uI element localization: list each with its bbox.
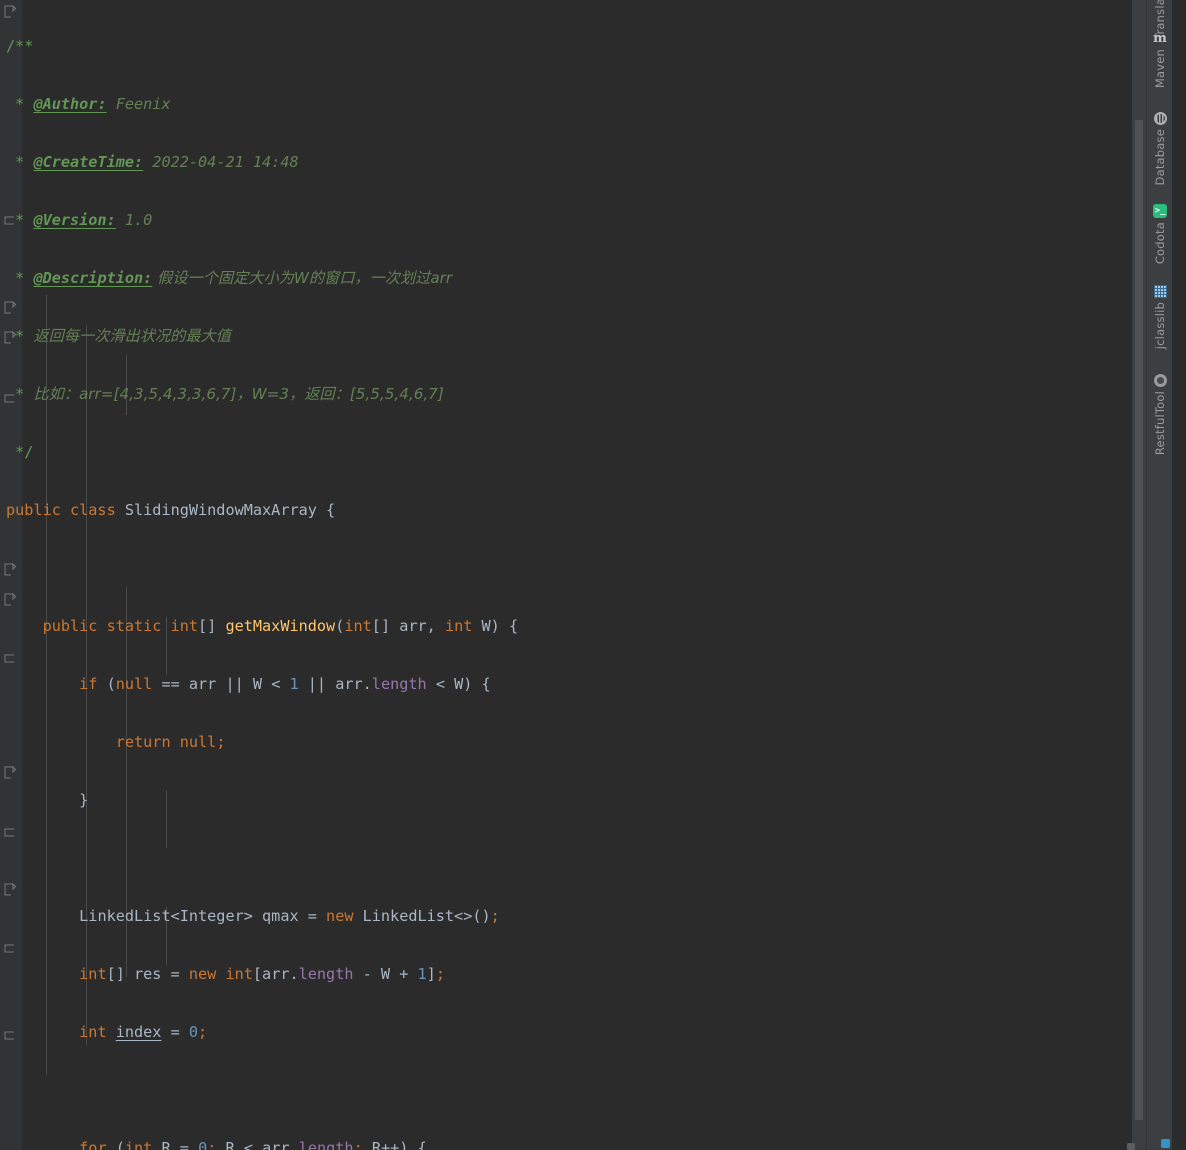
tool-label-database: Database bbox=[1153, 129, 1167, 186]
code-line: public class SlidingWindowMaxArray { bbox=[6, 501, 336, 519]
code-content[interactable]: /** * @Author: Feenix * @CreateTime: 202… bbox=[0, 0, 1146, 1150]
code-line: return null; bbox=[115, 733, 226, 751]
code-line: if (null == arr || W < 1 || arr.length <… bbox=[79, 675, 491, 693]
code-line: } bbox=[79, 791, 89, 809]
codota-icon: >_ bbox=[1153, 204, 1167, 218]
code-line: for (int R = 0; R < arr.length; R++) { bbox=[79, 1139, 427, 1150]
right-tool-window-bar[interactable]: Translate Maven m Database Codota >_ jcl… bbox=[1146, 0, 1172, 1150]
code-line: * @Author: Feenix bbox=[6, 95, 171, 113]
code-editor[interactable]: /** * @Author: Feenix * @CreateTime: 202… bbox=[0, 0, 1146, 1150]
tool-button-codota[interactable]: Codota >_ bbox=[1147, 203, 1173, 264]
ide-window: /** * @Author: Feenix * @CreateTime: 202… bbox=[0, 0, 1186, 1150]
code-line: int index = 0; bbox=[79, 1023, 208, 1041]
jclasslib-icon bbox=[1152, 283, 1168, 299]
code-line: * @Version: 1.0 bbox=[6, 211, 153, 229]
scrollbar-thumb[interactable] bbox=[1135, 120, 1143, 1120]
tool-label-restfultool: RestfulTool bbox=[1153, 391, 1167, 456]
tool-button-database[interactable]: Database bbox=[1147, 110, 1173, 185]
tool-label-codota: Codota bbox=[1153, 222, 1167, 265]
code-line: public static int[] getMaxWindow(int[] a… bbox=[42, 617, 519, 635]
code-line: * 返回每一次滑出状况的最大值 bbox=[6, 327, 231, 345]
database-icon bbox=[1152, 110, 1168, 126]
tool-button-maven[interactable]: Maven m bbox=[1147, 30, 1173, 89]
editor-scrollbar[interactable] bbox=[1132, 0, 1146, 1150]
code-line: * @CreateTime: 2022-04-21 14:48 bbox=[6, 153, 299, 171]
code-line: LinkedList<Integer> qmax = new LinkedLis… bbox=[79, 907, 500, 925]
restfultool-icon bbox=[1152, 372, 1168, 388]
tool-button-restfultool[interactable]: RestfulTool bbox=[1147, 372, 1173, 455]
code-line: /** bbox=[6, 37, 34, 55]
maven-icon: m bbox=[1153, 30, 1167, 46]
status-marker bbox=[1127, 1143, 1135, 1150]
tool-button-jclasslib[interactable]: jclasslib bbox=[1147, 283, 1173, 349]
code-line: * 比如：arr=[4,3,5,4,3,3,6,7]，W=3，返回：[5,5,5… bbox=[6, 385, 444, 403]
code-line: * @Description: 假设一个固定大小为W的窗口，一次划过arr bbox=[6, 269, 453, 287]
code-line: */ bbox=[6, 443, 34, 461]
tool-label-jclasslib: jclasslib bbox=[1153, 302, 1167, 350]
code-line: int[] res = new int[arr.length - W + 1]; bbox=[79, 965, 445, 983]
notification-indicator[interactable] bbox=[1161, 1139, 1170, 1148]
tool-label-maven: Maven bbox=[1153, 49, 1167, 89]
